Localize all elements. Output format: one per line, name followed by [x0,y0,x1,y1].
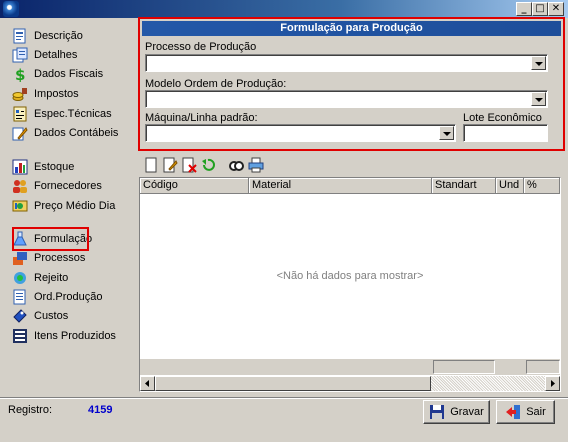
close-button[interactable]: ✕ [548,2,564,16]
registro-label: Registro: [8,404,53,416]
sidebar-item-label: Descrição [34,30,83,42]
sair-button[interactable]: Sair [496,400,555,424]
grid-header: Código Material Standart Und % [140,178,560,194]
details-icon [12,47,28,63]
coins-icon [12,86,28,102]
selected-item-highlight [12,227,89,251]
sidebar-item-label: Itens Produzidos [34,330,116,342]
maquina-combo[interactable] [145,124,456,142]
document-icon [12,28,28,44]
column-header-standart[interactable]: Standart [432,178,496,194]
title-bar: _ □ ✕ [0,0,568,18]
search-icon[interactable] [228,157,244,173]
sidebar-item-preco-medio-dia[interactable]: Preço Médio Dia [12,198,115,214]
sidebar-item-dados-fiscais[interactable]: $ Dados Fiscais [12,66,104,84]
modelo-label: Modelo Ordem de Produção: [145,78,287,90]
sidebar-item-label: Estoque [34,161,75,173]
items-icon [12,328,28,344]
materials-grid[interactable]: Código Material Standart Und % <Não há d… [139,177,561,392]
maquina-label: Máquina/Linha padrão: [145,112,258,124]
pencil-icon [12,125,28,141]
footer-cell-standart [433,360,495,374]
processo-label: Processo de Produção [145,41,257,53]
process-icon [12,250,28,266]
gravar-button[interactable]: Gravar [423,400,490,424]
minimize-button[interactable]: _ [516,2,532,16]
sidebar-item-label: Dados Contábeis [34,127,119,139]
column-header-material[interactable]: Material [249,178,432,194]
column-header-percent[interactable]: % [524,178,560,194]
app-icon [3,1,19,17]
sidebar-item-label: Preço Médio Dia [34,200,116,212]
chevron-down-icon[interactable] [439,126,454,140]
sidebar-item-fornecedores[interactable]: Fornecedores [12,178,102,194]
svg-text:$: $ [15,66,25,82]
lote-input[interactable] [463,124,548,142]
specs-icon [12,106,28,122]
formulacao-panel: Formulação para Produção Processo de Pro… [138,17,565,151]
sidebar-item-label: Impostos [34,88,79,100]
sidebar-item-label: Ord.Produção [34,291,103,303]
scroll-left-button[interactable] [140,376,155,391]
exit-icon [505,404,521,420]
registro-value: 4159 [88,404,113,416]
gravar-label: Gravar [450,406,484,418]
sidebar-item-custos[interactable]: Custos [12,308,68,324]
chart-icon [12,159,28,175]
undo-icon[interactable] [200,157,216,173]
sidebar-item-dados-contabeis[interactable]: Dados Contábeis [12,125,118,141]
sidebar-item-label: Processos [34,252,86,264]
sidebar-item-detalhes[interactable]: Detalhes [12,47,77,63]
chevron-down-icon[interactable] [531,92,546,106]
costs-icon [12,308,28,324]
sidebar-item-itens-produzidos[interactable]: Itens Produzidos [12,328,116,344]
sidebar-item-label: Custos [34,310,69,322]
sidebar-item-impostos[interactable]: Impostos [12,86,79,102]
sidebar-item-estoque[interactable]: Estoque [12,159,74,175]
new-icon[interactable] [143,157,159,173]
reject-icon [12,270,28,286]
print-icon[interactable] [248,157,264,173]
modelo-combo[interactable] [145,90,548,108]
sidebar-item-label: Espec.Técnicas [34,108,112,120]
dollar-icon: $ [12,66,28,84]
sidebar-item-espec-tecnicas[interactable]: Espec.Técnicas [12,106,112,122]
grid-footer [140,359,560,375]
lote-label: Lote Econômico [463,112,542,124]
sidebar-item-label: Fornecedores [34,180,102,192]
edit-icon[interactable] [162,157,178,173]
sidebar-item-descricao[interactable]: Descrição [12,28,83,44]
sidebar-item-ord-producao[interactable]: Ord.Produção [12,289,102,305]
price-icon [12,198,28,214]
order-icon [12,289,28,305]
sidebar-item-processos[interactable]: Processos [12,250,85,266]
column-header-und[interactable]: Und [496,178,524,194]
empty-message: <Não há dados para mostrar> [276,270,424,282]
scrollbar-thumb[interactable] [155,376,431,391]
panel-title: Formulação para Produção [142,21,561,36]
horizontal-scrollbar[interactable] [140,376,560,391]
delete-icon[interactable] [181,157,197,173]
chevron-down-icon[interactable] [531,56,546,70]
processo-combo[interactable] [145,54,548,72]
maximize-button[interactable]: □ [532,2,548,16]
footer-divider [0,397,568,399]
footer-cell-percent [526,360,560,374]
save-icon [429,404,445,420]
sair-label: Sair [526,406,546,418]
column-header-codigo[interactable]: Código [140,178,249,194]
sidebar-item-label: Rejeito [34,272,69,284]
sidebar-item-rejeito[interactable]: Rejeito [12,270,68,286]
sidebar-item-label: Detalhes [34,49,78,61]
suppliers-icon [12,178,28,194]
scroll-right-button[interactable] [545,376,560,391]
sidebar-item-label: Dados Fiscais [34,68,104,80]
